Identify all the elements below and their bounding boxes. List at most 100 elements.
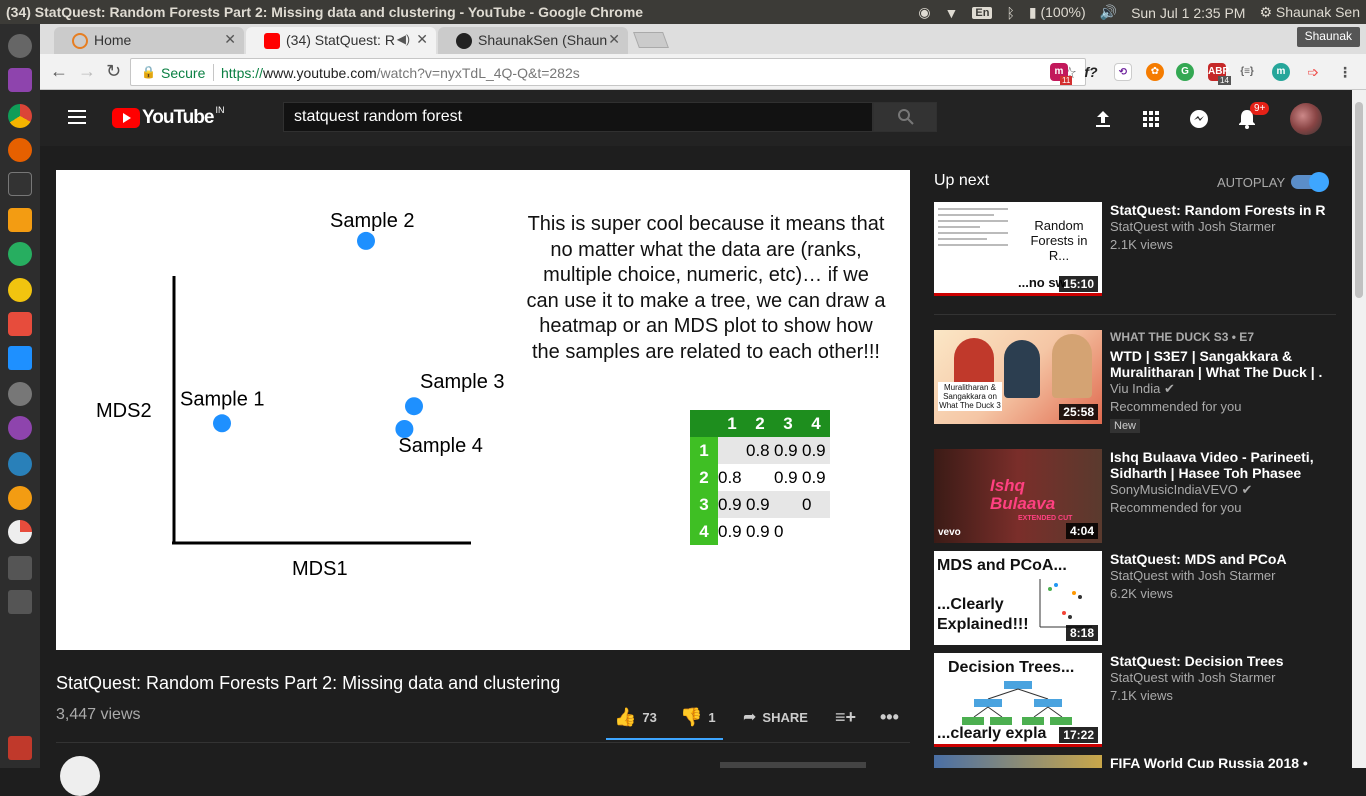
matrix-cell: 0.9 bbox=[746, 518, 774, 545]
app-icon[interactable] bbox=[8, 590, 32, 614]
avatar[interactable] bbox=[1290, 103, 1322, 135]
search-button[interactable] bbox=[873, 102, 937, 132]
rec-title[interactable]: Ishq Bulaava Video - Parineeti, Sidharth… bbox=[1110, 449, 1330, 481]
player-icon[interactable] bbox=[8, 278, 32, 302]
page-scrollbar[interactable] bbox=[1352, 90, 1366, 768]
recommendation-item[interactable]: Random Forests in R... ...no sw... 15:10… bbox=[934, 202, 1334, 296]
url-host: www.youtube.com bbox=[263, 65, 377, 81]
close-icon[interactable]: ✕ bbox=[608, 31, 620, 48]
profile-button[interactable]: Shaunak bbox=[1296, 27, 1360, 47]
json-extension-icon[interactable]: {≡} bbox=[1238, 63, 1256, 81]
autoplay-toggle[interactable] bbox=[1291, 172, 1329, 192]
rec-channel: Viu India ✔ bbox=[1110, 380, 1330, 398]
software-center-icon[interactable] bbox=[8, 208, 32, 232]
keyboard-layout[interactable]: En bbox=[972, 6, 993, 19]
tab-github[interactable]: ShaunakSen (Shaun ✕ bbox=[438, 27, 628, 54]
rec-title[interactable]: StatQuest: Decision Trees bbox=[1110, 653, 1330, 669]
tab-youtube[interactable]: (34) StatQuest: R ◀) ✕ bbox=[246, 27, 436, 54]
clock[interactable]: Sun Jul 1 2:35 PM bbox=[1131, 5, 1245, 21]
rec-title[interactable]: WTD | S3E7 | Sangakkara & Muralitharan |… bbox=[1110, 348, 1330, 380]
video-thumbnail[interactable] bbox=[934, 755, 1102, 768]
formula-extension-icon[interactable]: f? bbox=[1082, 63, 1100, 81]
subscribe-button[interactable] bbox=[720, 762, 866, 768]
settings-app-icon[interactable] bbox=[8, 242, 32, 266]
weather-icon[interactable] bbox=[8, 486, 32, 510]
thumbnail-person bbox=[1004, 340, 1040, 398]
battery-indicator[interactable]: ▮ (100%) bbox=[1029, 4, 1086, 21]
sentiment-bar bbox=[606, 738, 723, 740]
chart-app-icon[interactable] bbox=[8, 520, 32, 544]
matrix-header: 2 bbox=[746, 410, 774, 437]
atom-icon[interactable] bbox=[8, 416, 32, 440]
apps-grid-icon[interactable] bbox=[1140, 108, 1162, 130]
back-arrow-icon[interactable]: ← bbox=[50, 61, 68, 82]
dash-icon[interactable] bbox=[8, 34, 32, 58]
recommendation-item[interactable]: Decision Trees... ...clearly expla 17:22… bbox=[934, 653, 1334, 747]
search-input[interactable] bbox=[283, 102, 873, 132]
audio-playing-icon[interactable]: ◀) bbox=[397, 32, 410, 46]
disk-icon[interactable] bbox=[8, 382, 32, 406]
video-thumbnail[interactable]: Muralitharan & Sangakkara on What The Du… bbox=[934, 330, 1102, 424]
channel-avatar[interactable] bbox=[60, 756, 100, 796]
extension-icon[interactable]: ✿ bbox=[1146, 63, 1164, 81]
sample-label: Sample 2 bbox=[330, 210, 415, 232]
chrome-icon[interactable] bbox=[8, 104, 32, 128]
files-icon[interactable] bbox=[8, 68, 32, 92]
like-button[interactable]: 👍 73 bbox=[614, 707, 657, 728]
recommendation-item[interactable]: Muralitharan & Sangakkara on What The Du… bbox=[934, 330, 1334, 433]
trash-icon[interactable] bbox=[8, 736, 32, 760]
video-thumbnail[interactable]: Decision Trees... ...clearly expla 17:22 bbox=[934, 653, 1102, 747]
matrix-row-header: 2 bbox=[690, 464, 718, 491]
url-text[interactable]: https://www.youtube.com/watch?v=nyxTdL_4… bbox=[221, 65, 580, 81]
bluetooth-icon[interactable]: ᛒ bbox=[1006, 5, 1014, 21]
chrome-tray-icon[interactable]: ◉ bbox=[918, 4, 930, 21]
r-studio-icon[interactable] bbox=[8, 452, 32, 476]
share-button[interactable]: ➦ SHARE bbox=[743, 707, 808, 727]
extension-icon[interactable]: ⟲ bbox=[1114, 63, 1132, 81]
new-badge: New bbox=[1110, 419, 1141, 433]
app-icon[interactable] bbox=[8, 312, 32, 336]
webstorm-icon[interactable] bbox=[8, 346, 32, 370]
add-to-playlist-button[interactable]: ≡+ bbox=[835, 707, 856, 728]
reload-icon[interactable]: ↻ bbox=[106, 61, 121, 82]
extension-icon[interactable]: m bbox=[1272, 63, 1290, 81]
user-menu[interactable]: ⚙ Shaunak Sen bbox=[1259, 4, 1360, 21]
youtube-logo[interactable]: YouTube IN bbox=[112, 105, 224, 128]
video-player[interactable]: This is super cool because it means that… bbox=[56, 170, 910, 650]
youtube-play-icon bbox=[112, 108, 140, 128]
matrix-cell: 0.8 bbox=[718, 464, 746, 491]
menu-kebab-icon[interactable]: ⋮ bbox=[1336, 63, 1354, 81]
terminal-icon[interactable] bbox=[8, 172, 32, 196]
video-thumbnail[interactable]: Ishq Bulaava EXTENDED CUT vevo 4:04 bbox=[934, 449, 1102, 543]
tab-home[interactable]: Home ✕ bbox=[54, 27, 244, 54]
forward-arrow-icon[interactable]: → bbox=[78, 61, 96, 82]
firefox-icon[interactable] bbox=[8, 138, 32, 162]
recommendation-item[interactable]: MDS and PCoA... ...Clearly Explained!!! … bbox=[934, 551, 1334, 645]
close-icon[interactable]: ✕ bbox=[224, 31, 236, 48]
matrix-cell bbox=[746, 464, 774, 491]
thumbnail-title: Random Forests in R... bbox=[1030, 218, 1088, 263]
more-actions-button[interactable]: ••• bbox=[880, 707, 899, 728]
recommendation-item[interactable]: FIFA World Cup Russia 2018 • bbox=[934, 755, 1334, 768]
recommendation-item[interactable]: Ishq Bulaava EXTENDED CUT vevo 4:04 Ishq… bbox=[934, 449, 1334, 543]
dislike-button[interactable]: 👎 1 bbox=[680, 707, 716, 728]
extension-icon[interactable]: ➩ bbox=[1304, 63, 1322, 81]
app-icon[interactable] bbox=[8, 556, 32, 580]
video-thumbnail[interactable]: Random Forests in R... ...no sw... 15:10 bbox=[934, 202, 1102, 296]
new-tab-button[interactable] bbox=[633, 32, 669, 48]
address-bar[interactable]: 🔒 Secure https://www.youtube.com/watch?v… bbox=[130, 58, 1086, 86]
messages-icon[interactable] bbox=[1188, 108, 1210, 130]
video-thumbnail[interactable]: MDS and PCoA... ...Clearly Explained!!! … bbox=[934, 551, 1102, 645]
close-icon[interactable]: ✕ bbox=[416, 31, 428, 48]
rec-title[interactable]: FIFA World Cup Russia 2018 • bbox=[1110, 755, 1330, 768]
upload-icon[interactable] bbox=[1092, 108, 1114, 130]
wifi-icon[interactable]: ▼ bbox=[945, 5, 959, 21]
rec-title[interactable]: StatQuest: Random Forests in R bbox=[1110, 202, 1330, 218]
grammarly-icon[interactable]: G bbox=[1176, 63, 1194, 81]
rec-views: 6.2K views bbox=[1110, 586, 1173, 601]
scrollbar-thumb[interactable] bbox=[1355, 102, 1363, 298]
volume-icon[interactable]: 🔊 bbox=[1100, 4, 1117, 21]
hamburger-menu-icon[interactable] bbox=[68, 110, 86, 124]
matrix-cell: 0.9 bbox=[718, 491, 746, 518]
rec-title[interactable]: StatQuest: MDS and PCoA bbox=[1110, 551, 1330, 567]
